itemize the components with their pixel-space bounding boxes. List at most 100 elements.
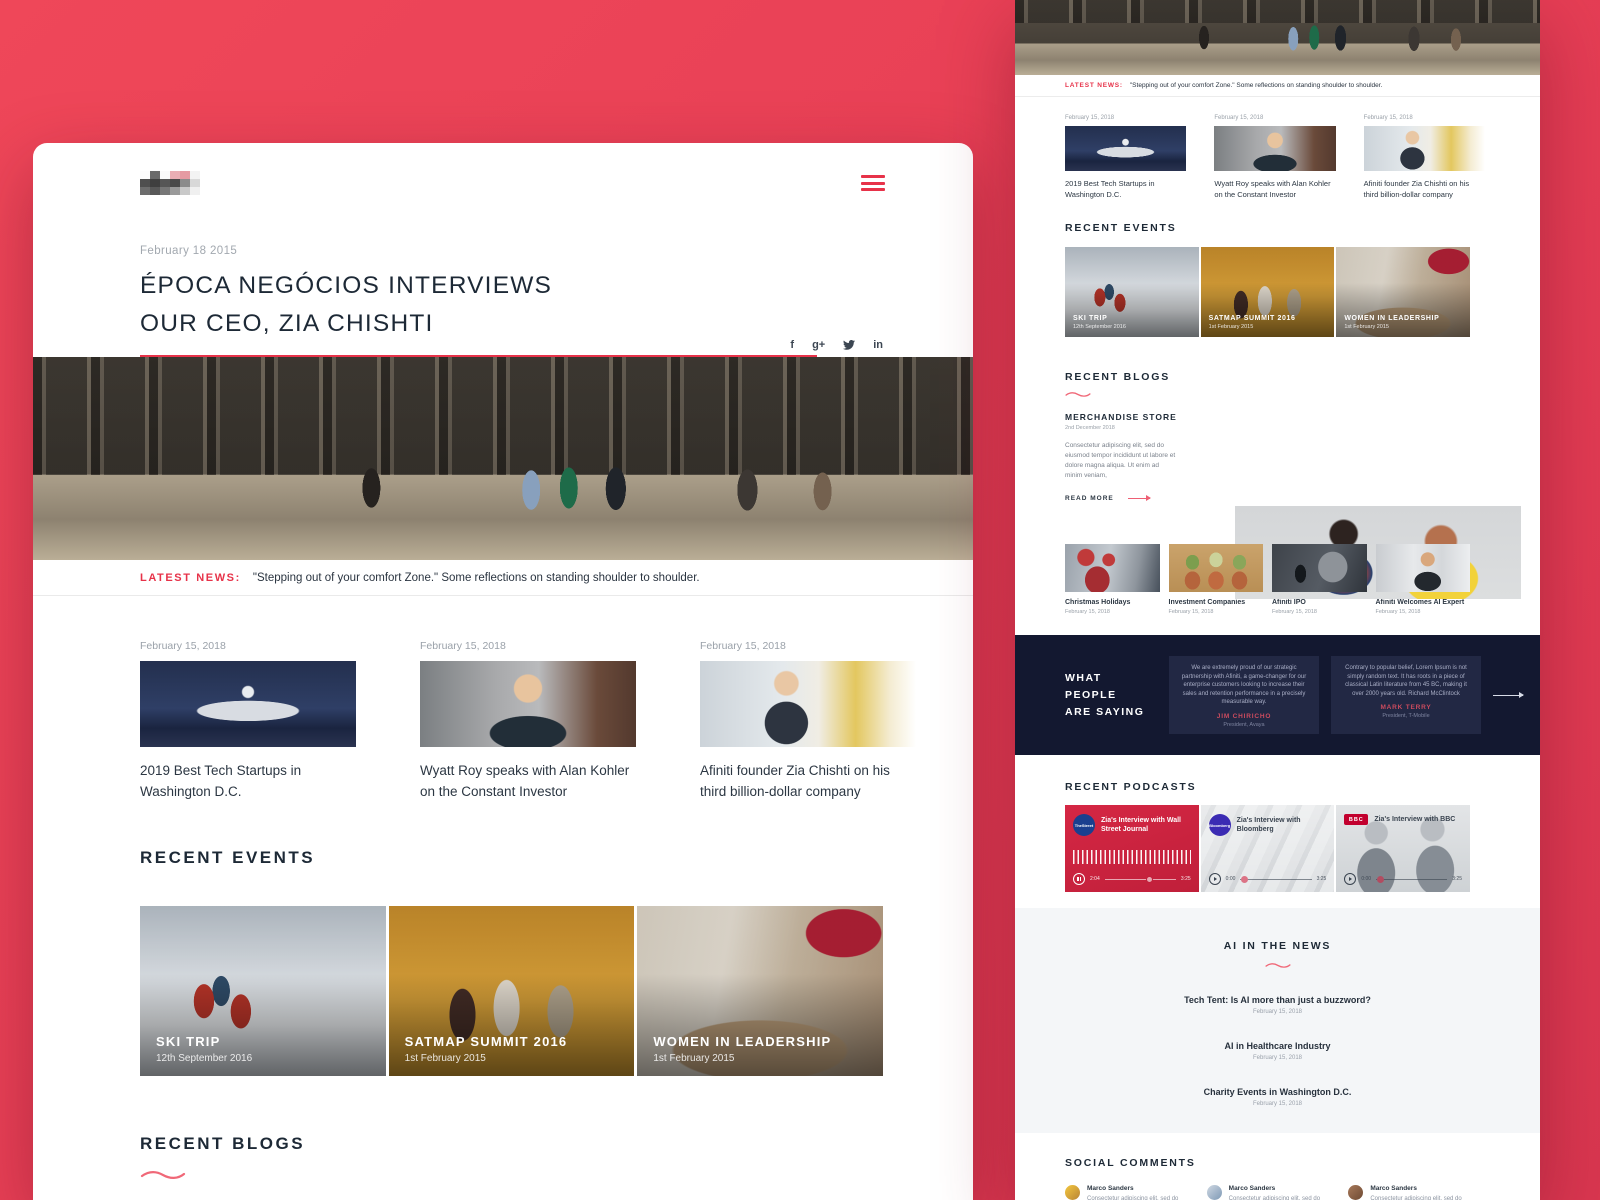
ai-in-the-news-section: AI IN THE NEWS Tech Tent: Is AI more tha… [1015,908,1540,1133]
news-thumbnail-portrait[interactable] [420,661,636,747]
mini-blog-card[interactable]: Afiniti Welcomes AI Expert February 15, … [1376,544,1471,615]
news-date: February 15, 2018 [140,640,356,652]
progress-bar[interactable] [1376,879,1447,880]
ai-news-item[interactable]: AI in Healthcare Industry February 15, 2… [1015,1041,1540,1061]
testimonial-card: Contrary to popular belief, Lorem Ipsum … [1331,656,1481,734]
events-row: SKI TRIP 12th September 2016 SATMAP SUMM… [1065,247,1470,337]
event-date: 12th September 2016 [156,1053,252,1064]
comment: Marco Sanders Consectetur adipiscing eli… [1348,1185,1470,1200]
avatar [1065,1185,1080,1200]
progress-handle[interactable] [1146,876,1153,883]
social-comments-heading: SOCIAL COMMENTS [1065,1157,1540,1169]
mini-blog-thumbnail[interactable] [1065,544,1160,592]
audio-player: 0:00 3:25 [1344,873,1462,885]
progress-bar[interactable] [1240,879,1311,880]
testimonial-card: We are extremely proud of our strategic … [1169,656,1319,734]
share-bar: f g+ in [790,339,883,351]
event-title: WOMEN IN LEADERSHIP [653,1034,831,1049]
article-date: February 18 2015 [140,245,883,257]
hamburger-menu-icon[interactable] [861,175,885,191]
news-card[interactable]: February 15, 2018 2019 Best Tech Startup… [140,640,356,802]
design-canvas: { "colors": { "background": "#e8425a", "… [0,0,1600,1200]
podcast-card-wsj[interactable]: TheStreet Zia's Interview with Wall Stre… [1065,805,1199,892]
podcast-card-bloomberg[interactable]: Bloomberg Zia's Interview with Bloomberg… [1201,805,1335,892]
full-page-preview: LATEST NEWS: "Stepping out of your comfo… [1015,0,1540,1200]
squiggle-underline [1265,962,1291,969]
news-title[interactable]: Wyatt Roy speaks with Alan Kohler on the… [420,760,636,802]
events-row: SKI TRIP 12th September 2016 SATMAP SUMM… [140,906,883,1076]
podcast-card-bbc[interactable]: BBC Zia's Interview with BBC 0:00 3:25 [1336,805,1470,892]
twitter-icon[interactable] [843,340,855,350]
news-cards-row: February 15, 2018 2019 Best Tech Startup… [1015,97,1540,200]
ai-news-heading: AI IN THE NEWS [1015,940,1540,952]
progress-handle[interactable] [1377,876,1384,883]
news-card[interactable]: February 15, 2018 Afiniti founder Zia Ch… [700,640,916,802]
news-title[interactable]: 2019 Best Tech Startups in Washington D.… [140,760,356,802]
recent-blogs-section: RECENT BLOGS MERCHANDISE STORE 2nd Decem… [33,1134,973,1200]
news-card[interactable]: February 15, 2018 Afiniti founder Zia Ch… [1364,115,1485,200]
linkedin-icon[interactable]: in [873,339,883,351]
recent-events-heading: RECENT EVENTS [1065,222,1540,234]
news-card[interactable]: February 15, 2018 2019 Best Tech Startup… [1065,115,1186,200]
blog-featured-title[interactable]: MERCHANDISE STORE [1065,412,1540,422]
event-date: 1st February 2015 [653,1053,831,1064]
googleplus-icon[interactable]: g+ [812,339,825,351]
ai-news-item[interactable]: Charity Events in Washington D.C. Februa… [1015,1087,1540,1107]
latest-news-text[interactable]: "Stepping out of your comfort Zone." Som… [1130,82,1382,89]
event-date: 1st February 2015 [405,1053,568,1064]
event-card-ski-trip[interactable]: SKI TRIP 12th September 2016 [1065,247,1199,337]
news-title[interactable]: Afiniti founder Zia Chishti on his third… [700,760,916,802]
event-title: SKI TRIP [156,1034,252,1049]
news-thumbnail-portrait[interactable] [1214,126,1335,171]
squiggle-underline [140,1170,186,1180]
podcasts-row: TheStreet Zia's Interview with Wall Stre… [1065,805,1470,892]
avatar [1348,1185,1363,1200]
play-button[interactable] [1209,873,1221,885]
latest-news-text[interactable]: "Stepping out of your comfort Zone." Som… [253,572,700,584]
mini-blog-card[interactable]: Christmas Holidays February 15, 2018 [1065,544,1160,615]
testimonials-heading: WHAT PEOPLE ARE SAYING [1065,670,1157,721]
mini-blog-card[interactable]: Investment Companies February 15, 2018 [1169,544,1264,615]
hero-image [33,357,973,560]
ai-news-item[interactable]: Tech Tent: Is AI more than just a buzzwo… [1015,995,1540,1015]
mini-blog-thumbnail[interactable] [1272,544,1367,592]
mini-blog-thumbnail[interactable] [1169,544,1264,592]
pause-button[interactable] [1073,873,1085,885]
event-card-women-leadership[interactable]: WOMEN IN LEADERSHIP 1st February 2015 [1336,247,1470,337]
recent-events-heading: RECENT EVENTS [140,848,973,868]
news-card[interactable]: February 15, 2018 Wyatt Roy speaks with … [420,640,636,802]
thestreet-logo: TheStreet [1073,814,1095,836]
site-logo-blurred[interactable] [140,171,200,195]
recent-blogs-heading: RECENT BLOGS [140,1134,973,1154]
event-title: SATMAP SUMMIT 2016 [405,1034,568,1049]
squiggle-underline [1065,391,1091,398]
event-card-satmap-summit[interactable]: SATMAP SUMMIT 2016 1st February 2015 [1201,247,1335,337]
event-card-ski-trip[interactable]: SKI TRIP 12th September 2016 [140,906,386,1076]
comments-row: Marco Sanders Consectetur adipiscing eli… [1065,1185,1470,1200]
next-testimonial-arrow-icon[interactable] [1493,695,1523,696]
news-cards-row: February 15, 2018 2019 Best Tech Startup… [33,596,973,802]
audio-player: 0:00 3:25 [1209,873,1327,885]
event-card-women-leadership[interactable]: WOMEN IN LEADERSHIP 1st February 2015 [637,906,883,1076]
news-thumbnail-founder[interactable] [700,661,916,747]
blog-featured-excerpt: Consectetur adipiscing elit, sed do eius… [1065,441,1177,481]
news-card[interactable]: February 15, 2018 Wyatt Roy speaks with … [1214,115,1335,200]
page-header [33,143,973,195]
facebook-icon[interactable]: f [790,339,794,351]
audio-player: 2:04 3:25 [1073,873,1191,885]
news-thumbnail-capitol[interactable] [1065,126,1186,171]
comment: Marco Sanders Consectetur adipiscing eli… [1207,1185,1329,1200]
bloomberg-logo: Bloomberg [1209,814,1231,836]
news-thumbnail-capitol[interactable] [140,661,356,747]
play-button[interactable] [1344,873,1356,885]
event-card-satmap-summit[interactable]: SATMAP SUMMIT 2016 1st February 2015 [389,906,635,1076]
latest-news-label: LATEST NEWS: [140,572,241,584]
news-thumbnail-founder[interactable] [1364,126,1485,171]
mini-blog-card[interactable]: Afiniti IPO February 15, 2018 [1272,544,1367,615]
audio-waveform [1073,850,1191,864]
progress-bar[interactable] [1105,879,1176,880]
news-date: February 15, 2018 [420,640,636,652]
read-more-link[interactable]: READ MORE [1065,495,1540,502]
mini-blog-thumbnail[interactable] [1376,544,1471,592]
progress-handle[interactable] [1241,876,1248,883]
